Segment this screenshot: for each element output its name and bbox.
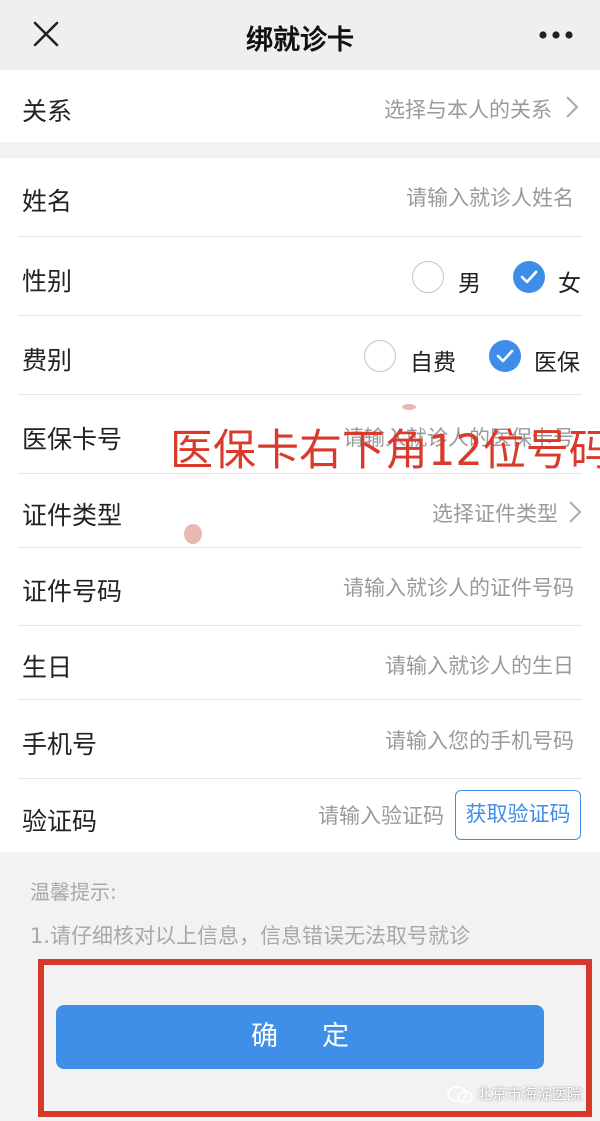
relation-label: 关系	[22, 97, 73, 126]
insurance-card-annotation: 医保卡右下角12位号码	[170, 426, 600, 476]
fee-self-pay-radio[interactable]	[364, 340, 396, 372]
watermark-text: 北京市海淀医院	[477, 1085, 583, 1103]
phone-label: 手机号	[22, 730, 98, 759]
relation-placeholder: 选择与本人的关系	[384, 98, 552, 122]
verify-code-input[interactable]: 请输入验证码	[318, 800, 444, 830]
wechat-icon	[447, 1085, 473, 1103]
smudge-mark	[402, 404, 416, 410]
birthday-label: 生日	[22, 653, 73, 682]
insurance-card-label: 医保卡号	[22, 425, 123, 454]
fee-insurance-label[interactable]: 医保	[534, 343, 580, 377]
divider	[18, 236, 582, 237]
watermark: 北京市海淀医院	[446, 1083, 582, 1105]
id-type-label: 证件类型	[22, 501, 123, 530]
fee-insurance-radio[interactable]	[489, 340, 521, 372]
chevron-right-icon	[569, 501, 582, 523]
tips-text: 1.请仔细核对以上信息，信息错误无法取号就诊	[30, 924, 471, 948]
more-options-icon[interactable]	[538, 30, 574, 40]
fee-self-pay-label[interactable]: 自费	[410, 343, 456, 377]
divider	[18, 778, 582, 779]
divider	[18, 315, 582, 316]
divider	[18, 394, 582, 395]
navigation-bar: 绑就诊卡	[0, 0, 600, 70]
checkmark-icon	[520, 270, 538, 284]
id-number-label: 证件号码	[22, 577, 123, 606]
divider	[18, 547, 582, 548]
birthday-input[interactable]: 请输入就诊人的生日	[385, 650, 574, 680]
id-number-input[interactable]: 请输入就诊人的证件号码	[343, 572, 574, 602]
confirm-button[interactable]: 确定	[56, 1005, 544, 1069]
gender-female-label[interactable]: 女	[558, 264, 581, 298]
divider	[18, 625, 582, 626]
id-type-selector[interactable]: 选择证件类型	[432, 498, 558, 528]
relation-selector[interactable]: 关系 选择与本人的关系	[0, 70, 600, 142]
get-verify-code-button[interactable]: 获取验证码	[455, 790, 581, 840]
gender-female-radio[interactable]	[513, 261, 545, 293]
checkmark-icon	[496, 349, 514, 363]
phone-input[interactable]: 请输入您的手机号码	[385, 725, 574, 755]
page-title: 绑就诊卡	[246, 25, 354, 56]
fee-type-label: 费别	[22, 346, 73, 375]
gender-label: 性别	[22, 267, 73, 296]
chevron-right-icon	[566, 96, 579, 118]
name-label: 姓名	[22, 187, 73, 216]
gender-male-label[interactable]: 男	[458, 264, 481, 298]
smudge-mark	[184, 524, 202, 544]
patient-form: 姓名 请输入就诊人姓名 性别 男 女 费别 自费 医保 医保卡号 请输入就诊人的…	[0, 158, 600, 852]
tips-title: 温馨提示:	[30, 880, 117, 904]
name-input[interactable]: 请输入就诊人姓名	[406, 182, 574, 212]
verify-code-label: 验证码	[22, 807, 98, 836]
divider	[18, 699, 582, 700]
gender-male-radio[interactable]	[412, 261, 444, 293]
